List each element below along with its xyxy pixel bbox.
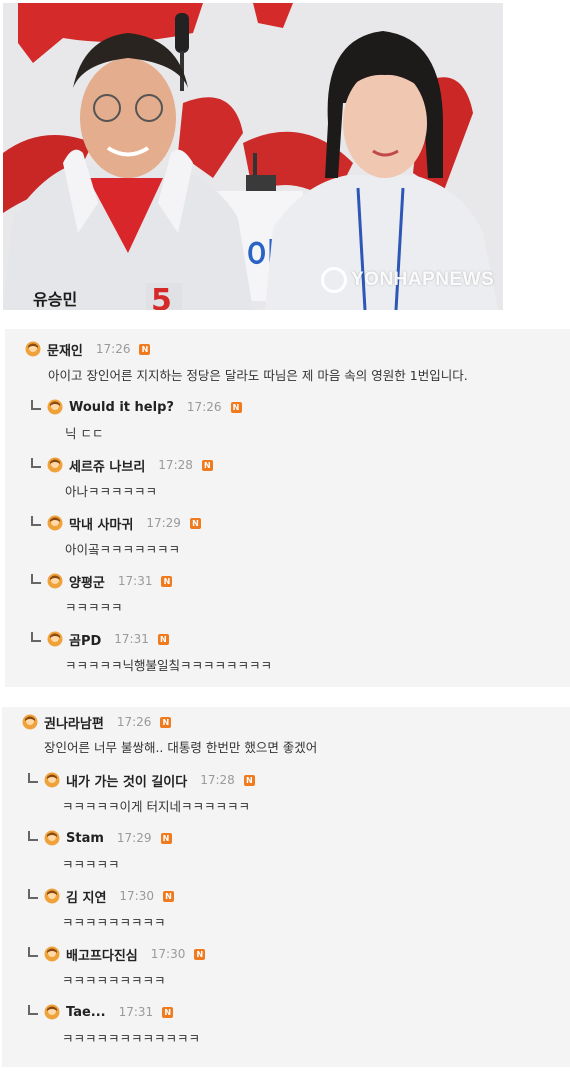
user-avatar-icon (47, 399, 63, 415)
reply-author[interactable]: 김 지연 (66, 887, 106, 906)
user-avatar-icon (44, 888, 60, 904)
comment-thread: 문재인 17:26 N 아이고 장인어른 지지하는 정당은 달라도 따님은 제 … (5, 329, 570, 687)
comment-time: 17:26 (95, 342, 131, 356)
user-avatar-icon (47, 573, 63, 589)
reply-arrow-icon (31, 574, 41, 584)
new-badge-icon: N (160, 832, 172, 844)
reply-text: ㅋㅋㅋㅋㅋ (62, 857, 120, 872)
watermark-logo-icon (321, 267, 347, 293)
user-avatar-icon (47, 457, 63, 473)
new-badge-icon: N (160, 716, 172, 728)
reply-header: 김 지연 17:30 N (28, 886, 174, 906)
reply-time: 17:31 (117, 574, 153, 588)
comment-header: 권나라남편 17:26 N (22, 712, 172, 732)
reply-arrow-icon (28, 773, 38, 783)
reply-header: 양평군 17:31 N (31, 571, 173, 591)
new-badge-icon: N (243, 774, 255, 786)
reply-time: 17:31 (114, 632, 149, 646)
reply-author[interactable]: 내가 가는 것이 길이다 (66, 771, 187, 790)
reply-author[interactable]: Would it help? (69, 400, 174, 415)
reply-arrow-icon (28, 889, 38, 899)
reply-time: 17:29 (116, 831, 152, 845)
reply-time: 17:26 (186, 400, 222, 414)
watermark: YONHAPNEWS (321, 265, 494, 295)
reply-time: 17:31 (118, 1005, 154, 1019)
reply-arrow-icon (28, 1005, 38, 1015)
reply-arrow-icon (31, 458, 41, 468)
news-photo: 이 유승민 5 YONHAPNEWS (3, 3, 503, 310)
reply-header: Tae... 17:31 N (28, 1002, 174, 1022)
reply-header: 곰PD 17:31 N (31, 629, 169, 649)
comment-text: 아이고 장인어른 지지하는 정당은 달라도 따님은 제 마음 속의 영원한 1번… (48, 368, 468, 383)
user-avatar-icon (44, 946, 60, 962)
user-avatar-icon (44, 830, 60, 846)
reply-author[interactable]: 배고프다진심 (66, 945, 138, 964)
reply-arrow-icon (31, 516, 41, 526)
reply-time: 17:30 (119, 889, 154, 903)
reply-text: ㅋㅋㅋㅋㅋㅋㅋㅋㅋ (62, 915, 166, 930)
reply-header: 내가 가는 것이 길이다 17:28 N (28, 770, 255, 790)
comment-thread: 권나라남편 17:26 N 장인어른 너무 불쌍해.. 대통령 한번만 했으면 … (2, 707, 570, 1067)
comment-author[interactable]: 문재인 (47, 340, 83, 359)
new-badge-icon: N (162, 1006, 174, 1018)
user-avatar-icon (25, 341, 41, 357)
reply-header: 배고프다진심 17:30 N (28, 944, 206, 964)
reply-time: 17:29 (146, 516, 181, 530)
reply-text: 아이곸ㅋㅋㅋㅋㅋㅋㅋ (65, 542, 181, 557)
comment-time: 17:26 (116, 715, 152, 729)
new-badge-icon: N (161, 575, 173, 587)
reply-arrow-icon (31, 400, 41, 410)
photo-illustration: 이 유승민 5 (3, 3, 503, 310)
svg-text:유승민: 유승민 (33, 290, 77, 309)
user-avatar-icon (22, 714, 38, 730)
new-badge-icon: N (139, 343, 151, 355)
reply-text: ㅋㅋㅋㅋㅋㅋㅋㅋㅋㅋㅋㅋ (62, 1031, 201, 1046)
new-badge-icon: N (163, 890, 174, 902)
reply-text: ㅋㅋㅋㅋㅋ이게 터지네ㅋㅋㅋㅋㅋㅋ (62, 799, 250, 814)
reply-arrow-icon (28, 947, 38, 957)
user-avatar-icon (47, 515, 63, 531)
reply-text: 닉 ㄷㄷ (65, 426, 104, 441)
user-avatar-icon (47, 631, 63, 647)
new-badge-icon: N (157, 633, 169, 645)
comment-author[interactable]: 권나라남편 (44, 713, 104, 732)
new-badge-icon: N (201, 459, 213, 471)
new-badge-icon: N (189, 517, 201, 529)
user-avatar-icon (44, 1004, 60, 1020)
reply-author[interactable]: Tae... (66, 1005, 106, 1020)
reply-arrow-icon (31, 632, 41, 642)
reply-author[interactable]: 곰PD (69, 630, 101, 649)
reply-header: 막내 사마귀 17:29 N (31, 513, 201, 533)
reply-header: 세르쥬 나브리 17:28 N (31, 455, 213, 475)
reply-time: 17:28 (200, 773, 235, 787)
comment-header: 문재인 17:26 N (25, 339, 151, 359)
reply-author[interactable]: 양평군 (69, 572, 105, 591)
user-avatar-icon (44, 772, 60, 788)
reply-time: 17:28 (158, 458, 193, 472)
reply-header: Would it help? 17:26 N (31, 397, 242, 417)
reply-arrow-icon (28, 831, 38, 841)
watermark-text: YONHAPNEWS (351, 269, 495, 290)
new-badge-icon: N (230, 401, 242, 413)
reply-author[interactable]: Stam (66, 831, 104, 846)
reply-text: 아나ㅋㅋㅋㅋㅋㅋ (65, 484, 158, 499)
reply-text: ㅋㅋㅋㅋㅋㅋㅋㅋㅋ (62, 973, 166, 988)
candidate-number: 5 (151, 283, 172, 310)
reply-author[interactable]: 막내 사마귀 (69, 514, 133, 533)
new-badge-icon: N (194, 948, 206, 960)
reply-author[interactable]: 세르쥬 나브리 (69, 456, 145, 475)
comment-text: 장인어른 너무 불쌍해.. 대통령 한번만 했으면 좋겠어 (44, 740, 318, 755)
reply-header: Stam 17:29 N (28, 828, 172, 848)
reply-text: ㅋㅋㅋㅋㅋ (65, 600, 123, 615)
reply-time: 17:30 (150, 947, 186, 961)
reply-text: ㅋㅋㅋㅋㅋ닉행불일칰ㅋㅋㅋㅋㅋㅋㅋㅋ (65, 658, 273, 673)
